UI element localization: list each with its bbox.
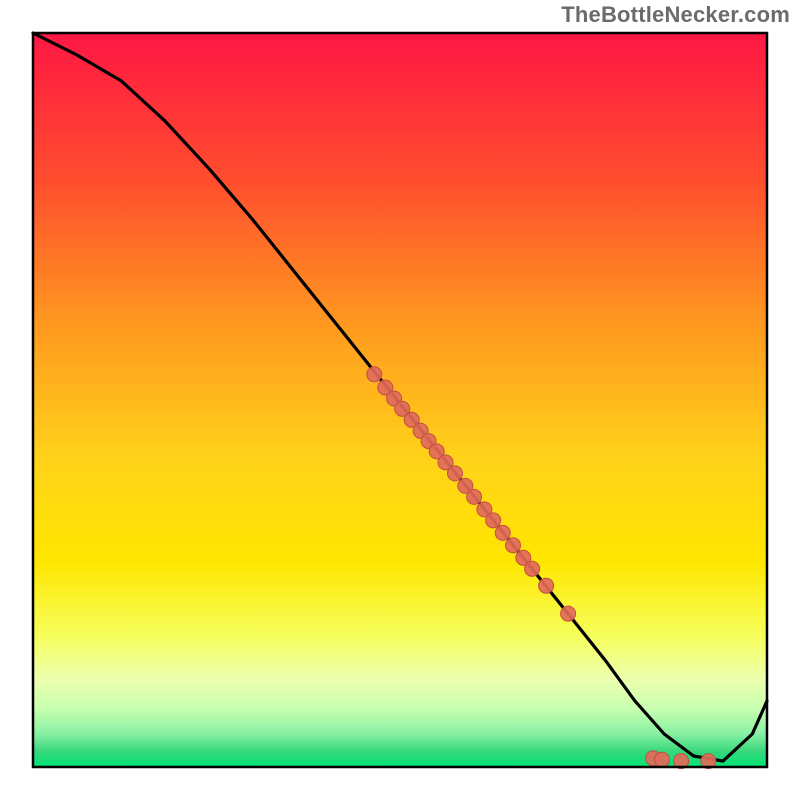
data-point — [561, 606, 576, 621]
plot-area — [33, 33, 767, 769]
data-point — [486, 513, 501, 528]
chart-container: TheBottleNecker.com — [0, 0, 800, 800]
data-point — [495, 525, 510, 540]
data-point — [467, 489, 482, 504]
data-point — [655, 752, 670, 767]
data-point — [525, 561, 540, 576]
bottleneck-chart — [0, 0, 800, 800]
watermark-text: TheBottleNecker.com — [561, 2, 790, 28]
data-point — [367, 367, 382, 382]
data-point — [539, 578, 554, 593]
data-point — [448, 466, 463, 481]
data-point — [506, 538, 521, 553]
